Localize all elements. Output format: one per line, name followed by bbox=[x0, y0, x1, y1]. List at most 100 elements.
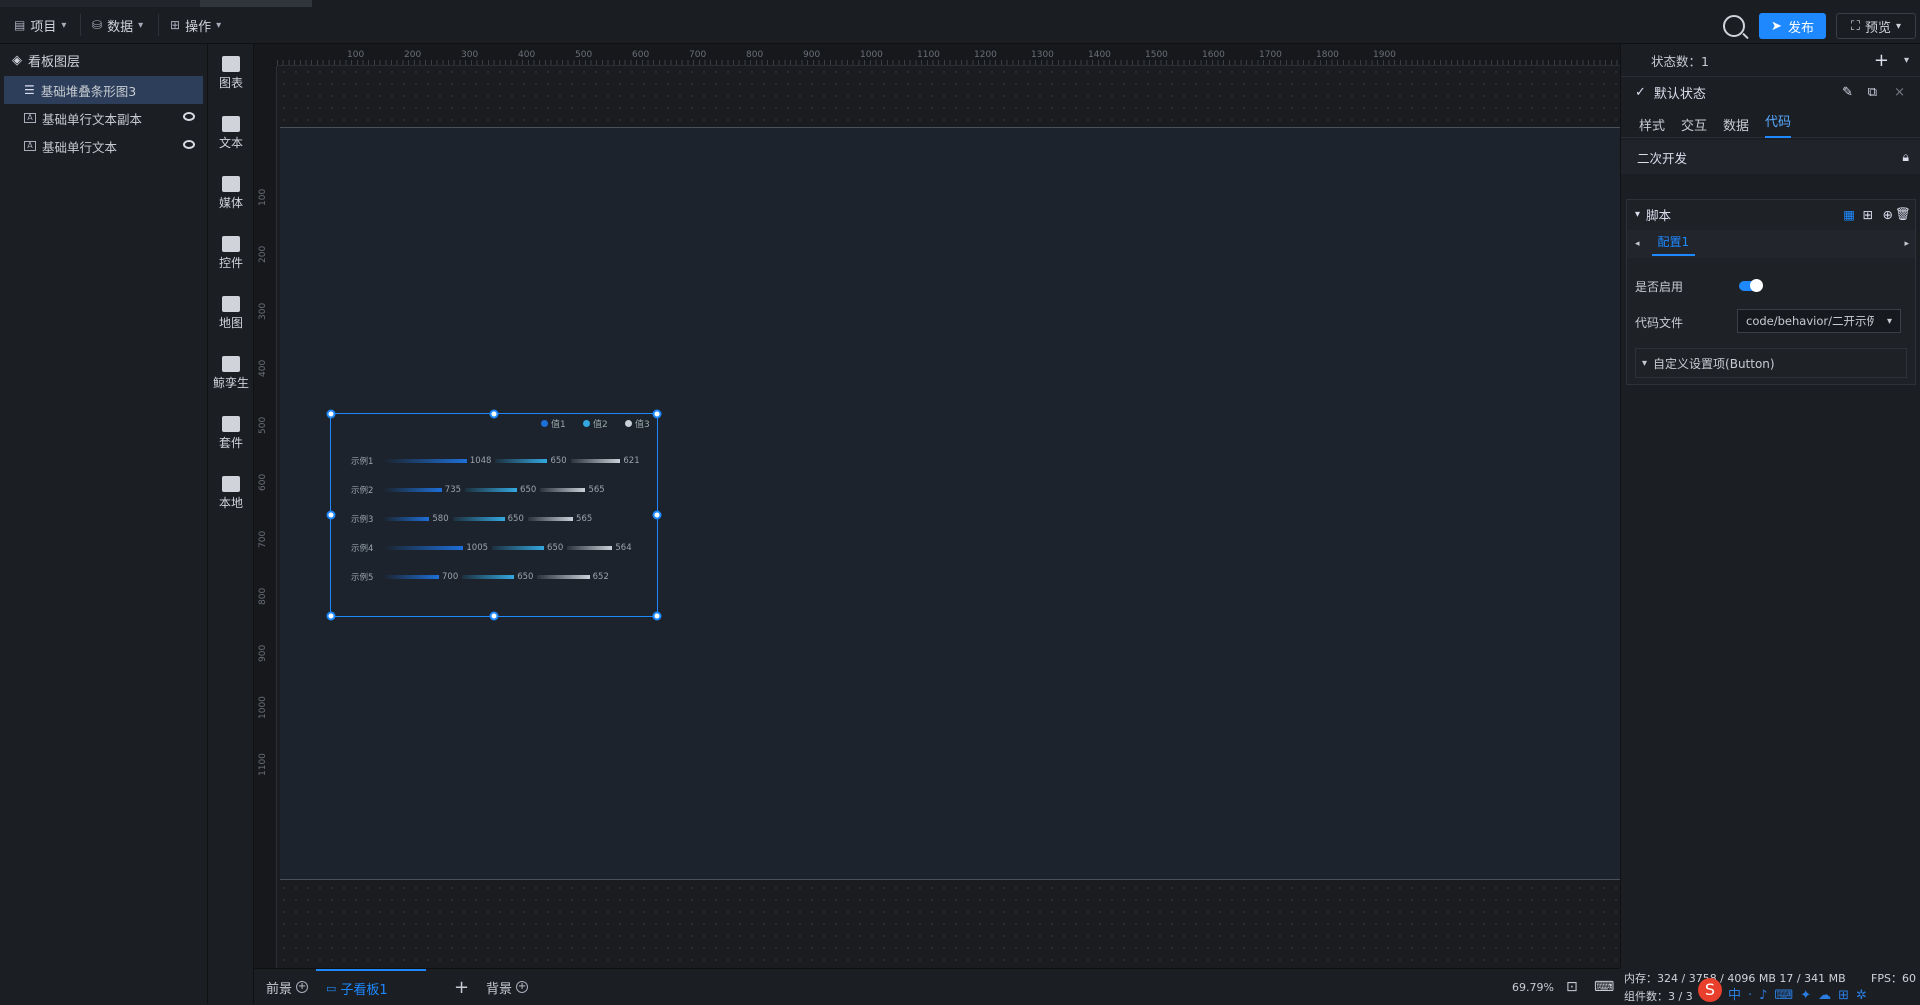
puzzle-icon bbox=[222, 476, 240, 492]
legend-item[interactable]: 值2 bbox=[583, 417, 608, 430]
bar-segment[interactable] bbox=[383, 459, 467, 463]
bar-segment[interactable] bbox=[383, 517, 430, 521]
tab-interaction[interactable]: 交互 bbox=[1681, 115, 1707, 134]
resize-handle[interactable] bbox=[326, 510, 336, 520]
edit-icon[interactable]: ✎ bbox=[1842, 85, 1853, 100]
layout-icon[interactable]: ▦ bbox=[1843, 207, 1855, 222]
layers-icon: ◈ bbox=[12, 52, 22, 68]
publish-button[interactable]: ➤ 发布 bbox=[1759, 13, 1826, 39]
comp-map[interactable]: 地图 bbox=[208, 296, 254, 331]
layer-item[interactable]: A 基础单行文本副本 bbox=[0, 104, 207, 132]
enable-toggle[interactable] bbox=[1739, 279, 1763, 292]
config-tab[interactable]: 配置1 bbox=[1651, 233, 1696, 256]
ops-menu-label: 操作 bbox=[185, 19, 212, 35]
ops-menu[interactable]: ⊞ 操作 ▾ bbox=[170, 14, 221, 36]
caret-left-icon[interactable]: ◂ bbox=[1635, 239, 1640, 249]
tab-strip-active bbox=[200, 0, 312, 7]
bar-segment[interactable] bbox=[495, 459, 548, 463]
copy-icon[interactable]: ⧉ bbox=[1868, 85, 1877, 100]
property-tabs: 样式 交互 数据 代码 bbox=[1621, 104, 1920, 138]
preview-label: 预览 bbox=[1865, 20, 1892, 36]
bar-segment[interactable] bbox=[492, 546, 545, 550]
layer-item[interactable]: ☰ 基础堆叠条形图3 bbox=[4, 76, 203, 104]
ruler-tick-label: 900 bbox=[258, 644, 268, 662]
legend-item[interactable]: 值1 bbox=[541, 417, 566, 430]
layer-item[interactable]: A 基础单行文本 bbox=[0, 132, 207, 160]
tab-style[interactable]: 样式 bbox=[1639, 115, 1665, 134]
tab-sub-board[interactable]: ▭ 子看板1 bbox=[316, 969, 426, 1005]
comp-kit[interactable]: 套件 bbox=[208, 416, 254, 451]
comp-control[interactable]: 控件 bbox=[208, 236, 254, 271]
add-circle-icon[interactable]: + bbox=[296, 981, 309, 993]
project-menu[interactable]: ▤ 项目 ▾ bbox=[14, 14, 66, 36]
comp-text[interactable]: 文本 bbox=[208, 116, 254, 151]
resize-handle[interactable] bbox=[326, 409, 336, 419]
table-icon[interactable]: ⊞ bbox=[1863, 207, 1873, 222]
legend-item[interactable]: 值3 bbox=[625, 417, 650, 430]
map-icon bbox=[222, 296, 240, 312]
script-header[interactable]: ▾ 脚本 ▦ ⊞ ⊕ 🗑︎ bbox=[1627, 200, 1915, 228]
lock-icon[interactable]: 🔒︎ bbox=[1902, 149, 1909, 165]
data-menu[interactable]: ⛁ 数据 ▾ bbox=[92, 14, 143, 36]
preview-button[interactable]: ⛶ 预览 ▾ bbox=[1836, 13, 1916, 39]
bar-segment[interactable] bbox=[540, 488, 586, 492]
tab-data[interactable]: 数据 bbox=[1723, 115, 1749, 134]
ime-toolbar-icon[interactable]: 中·♪⌨✦☁⊞✲ bbox=[1728, 984, 1874, 1003]
stacked-bar-chart[interactable]: 值1 值2 值3 示例1 1048 650 621 示例2 735 650 565 示例3 580 65… bbox=[326, 409, 662, 621]
caret-right-icon[interactable]: ▸ bbox=[1904, 239, 1909, 249]
eye-hidden-icon[interactable] bbox=[183, 140, 195, 149]
add-circle-icon[interactable]: + bbox=[516, 981, 529, 993]
bar-segment[interactable] bbox=[383, 546, 464, 550]
ruler-tick-label: 1400 bbox=[1088, 50, 1111, 60]
bar-segment[interactable] bbox=[383, 488, 442, 492]
bar-segment[interactable] bbox=[570, 459, 621, 463]
add-circle-icon[interactable]: ⊕ bbox=[1883, 207, 1893, 222]
ruler-tick-label: 1300 bbox=[1031, 50, 1054, 60]
comp-label: 文本 bbox=[218, 136, 243, 150]
resize-handle[interactable] bbox=[652, 510, 662, 520]
trash-icon[interactable]: 🗑︎ bbox=[1895, 206, 1911, 222]
add-board-button[interactable]: + bbox=[454, 969, 469, 1005]
bar-segment[interactable] bbox=[383, 575, 439, 579]
ruler-tick-label: 900 bbox=[803, 50, 821, 60]
bar-segment[interactable] bbox=[452, 517, 505, 521]
resize-handle[interactable] bbox=[489, 409, 499, 419]
bar-segment[interactable] bbox=[567, 546, 613, 550]
zoom-level[interactable]: 69.79% bbox=[1512, 969, 1554, 1005]
fit-screen-icon[interactable]: ⊡ bbox=[1566, 969, 1578, 1005]
bar-segment[interactable] bbox=[527, 517, 574, 521]
tab-label: 子看板1 bbox=[340, 982, 388, 998]
keyboard-icon[interactable]: ⌨ bbox=[1594, 969, 1614, 1005]
comp-twin[interactable]: 鲸孪生 bbox=[208, 356, 254, 391]
control-icon bbox=[222, 236, 240, 252]
ruler-tick-label: 1800 bbox=[1316, 50, 1339, 60]
bar-value-label: 621 bbox=[623, 456, 640, 466]
resize-handle[interactable] bbox=[652, 409, 662, 419]
layers-header: ◈ 看板图层 bbox=[0, 44, 207, 76]
resize-handle[interactable] bbox=[489, 611, 499, 621]
comp-chart[interactable]: 图表 bbox=[208, 56, 254, 91]
ime-logo-icon[interactable]: S bbox=[1698, 978, 1722, 1002]
comp-local[interactable]: 本地 bbox=[208, 476, 254, 511]
comp-media[interactable]: 媒体 bbox=[208, 176, 254, 211]
bar-segment[interactable] bbox=[465, 488, 518, 492]
close-icon[interactable]: × bbox=[1894, 85, 1905, 100]
bar-segment[interactable] bbox=[462, 575, 515, 579]
chevron-down-icon[interactable]: ▾ bbox=[1904, 55, 1909, 66]
add-state-icon[interactable]: + bbox=[1874, 50, 1889, 71]
tab-foreground[interactable]: 前景 + bbox=[266, 969, 309, 1005]
resize-handle[interactable] bbox=[652, 611, 662, 621]
toolbar-divider bbox=[80, 14, 81, 36]
bar-value-label: 650 bbox=[547, 543, 564, 553]
resize-handle[interactable] bbox=[326, 611, 336, 621]
bar-segment[interactable] bbox=[537, 575, 590, 579]
search-icon[interactable] bbox=[1723, 15, 1745, 37]
tab-background[interactable]: 背景 + bbox=[486, 969, 529, 1005]
ruler-corner bbox=[254, 44, 277, 66]
ruler-tick-label: 300 bbox=[258, 302, 268, 320]
bar-value-label: 650 bbox=[520, 485, 537, 495]
custom-settings-row[interactable]: ▾ 自定义设置项(Button) bbox=[1635, 348, 1907, 378]
code-file-select[interactable]: code/behavior/二开示例 ▾ bbox=[1737, 309, 1901, 333]
tab-code[interactable]: 代码 bbox=[1765, 111, 1792, 138]
eye-hidden-icon[interactable] bbox=[183, 112, 195, 121]
